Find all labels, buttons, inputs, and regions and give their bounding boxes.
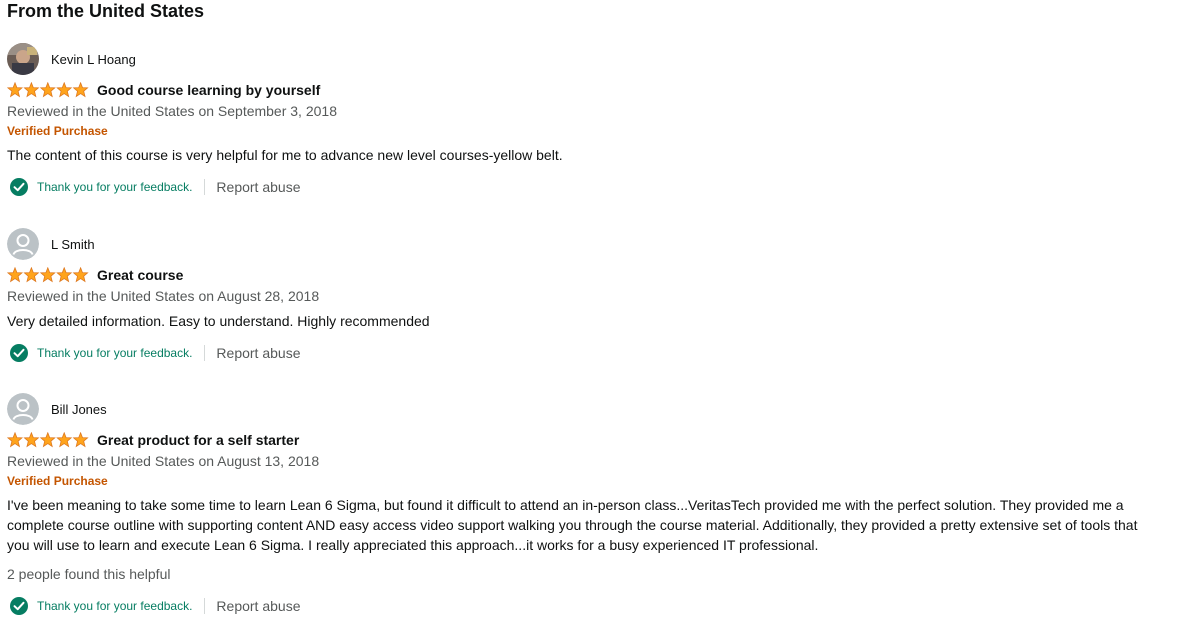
check-circle-icon [9,177,29,197]
reviewer-profile[interactable]: L Smith [7,228,1167,260]
reviewer-name[interactable]: Kevin L Hoang [51,52,136,67]
feedback-thanks: Thank you for your feedback. [37,346,193,360]
reviewer-profile[interactable]: Bill Jones [7,393,1167,425]
divider [204,598,206,614]
review-date: Reviewed in the United States on August … [7,453,320,469]
report-abuse-link[interactable]: Report abuse [216,598,300,614]
review-2: L Smith Great course Reviewed in the Uni… [7,228,1167,365]
report-abuse-link[interactable]: Report abuse [216,179,300,195]
section-title: From the United States [7,1,205,21]
review-title[interactable]: Great course [97,265,183,285]
check-circle-icon [9,343,29,363]
review-body: Very detailed information. Easy to under… [7,313,430,329]
star-rating[interactable] [7,267,89,283]
helpful-count: 2 people found this helpful [7,566,171,582]
feedback-thanks: Thank you for your feedback. [37,599,193,613]
review-date: Reviewed in the United States on Septemb… [7,103,337,119]
verified-purchase-badge: Verified Purchase [7,124,108,138]
report-abuse-link[interactable]: Report abuse [216,345,300,361]
review-body: I've been meaning to take some time to l… [7,497,1138,553]
reviewer-avatar-photo[interactable] [7,43,39,75]
review-date: Reviewed in the United States on August … [7,288,320,304]
reviewer-name[interactable]: Bill Jones [51,402,107,417]
divider [204,345,206,361]
review-3: Bill Jones Great product for a self star… [7,393,1167,618]
default-avatar-icon[interactable] [7,393,39,425]
default-avatar-icon[interactable] [7,228,39,260]
review-body: The content of this course is very helpf… [7,147,563,163]
reviewer-name[interactable]: L Smith [51,237,95,252]
star-rating[interactable] [7,82,89,98]
star-rating[interactable] [7,432,89,448]
review-title[interactable]: Good course learning by yourself [97,80,320,100]
reviewer-profile[interactable]: Kevin L Hoang [7,43,1167,75]
verified-purchase-badge: Verified Purchase [7,474,108,488]
divider [204,179,206,195]
review-title[interactable]: Great product for a self starter [97,430,299,450]
feedback-thanks: Thank you for your feedback. [37,180,193,194]
check-circle-icon [9,596,29,616]
review-1: Kevin L Hoang Good course learning by yo… [7,43,1167,199]
